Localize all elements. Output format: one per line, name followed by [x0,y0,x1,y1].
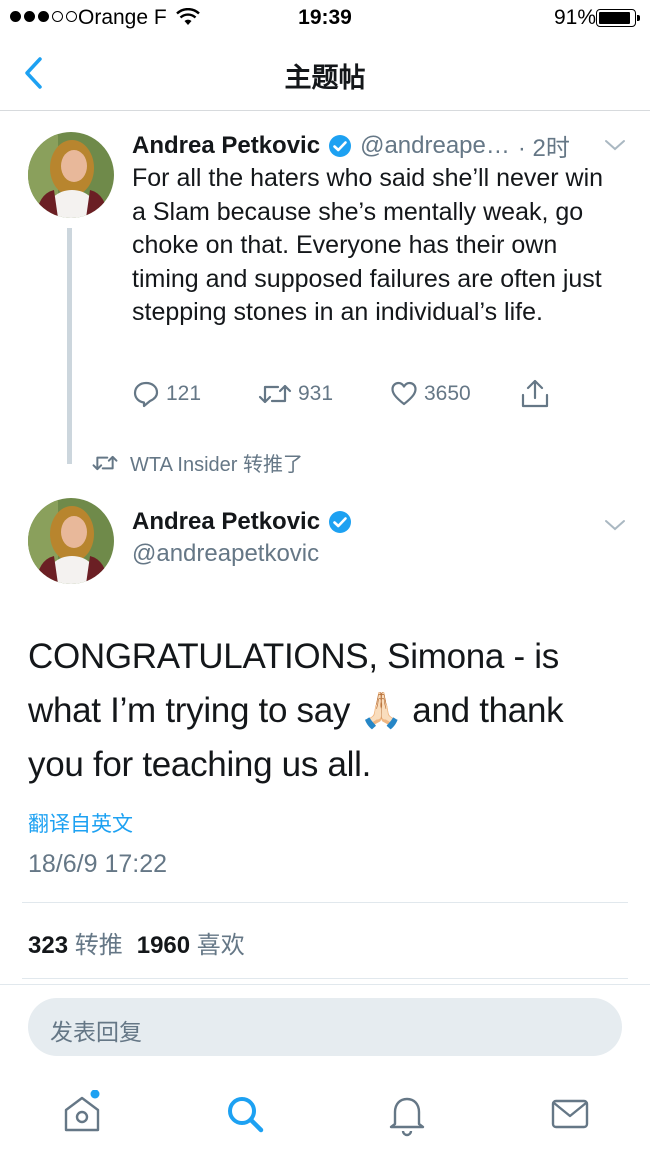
avatar[interactable] [28,498,114,584]
tweet-datetime: 18/6/9 17:22 [28,850,168,878]
author-handle[interactable]: @andreapetkovic [132,540,319,568]
tab-home[interactable] [58,1089,106,1138]
main-tweet-text: CONGRATULATIONS, Simona - is what I’m tr… [28,630,628,792]
search-icon [228,1097,264,1133]
tweet-stats: 323 转推 1960 喜欢 [28,925,245,960]
retweet-icon [92,455,118,470]
retweet-stat[interactable]: 323 转推 [28,925,123,960]
author-handle[interactable]: @andreape… [360,132,510,160]
translate-link[interactable]: 翻译自英文 [28,808,133,838]
heart-icon [391,381,417,406]
main-tweet-author: Andrea Petkovic [132,508,352,536]
retweeted-by[interactable]: WTA Insider 转推了 [92,448,303,477]
divider [22,978,628,979]
navigation-bar: 主题帖 [0,36,650,111]
verified-badge-icon [329,511,352,533]
reply-placeholder: 发表回复 [50,1019,142,1045]
like-stat[interactable]: 1960 喜欢 [137,925,245,960]
verified-badge-icon [329,134,352,157]
avatar[interactable] [28,132,114,218]
battery-percent: 91% [554,6,597,29]
divider [22,902,628,903]
tab-search[interactable] [221,1090,269,1138]
home-icon [64,1089,100,1132]
reply-input[interactable]: 发表回复 [28,998,622,1056]
reply-count: 121 [166,382,202,405]
author-name[interactable]: Andrea Petkovic [132,132,320,160]
retweet-button[interactable]: 931 [258,380,333,408]
retweet-icon [258,384,292,404]
bell-icon [389,1097,425,1137]
page-title: 主题帖 [284,63,366,93]
retweeted-by-label: WTA Insider 转推了 [130,454,303,476]
thread-connector-line [67,228,72,464]
tab-messages[interactable] [546,1090,594,1138]
praying-hands-emoji: 🙏🏻 [359,691,404,731]
share-icon[interactable] [520,378,550,410]
reply-icon [133,381,159,408]
retweet-count: 931 [298,382,334,405]
status-bar: Orange F 19:39 91% [0,0,650,36]
like-button[interactable]: 3650 [390,380,471,408]
envelope-icon [551,1099,589,1129]
chevron-down-icon[interactable] [604,518,626,532]
divider [0,984,650,985]
author-name[interactable]: Andrea Petkovic [132,508,320,536]
tweet-header: Andrea Petkovic @andreape… · 2时 [132,128,602,163]
like-count: 3650 [424,382,471,405]
clock: 19:39 [298,6,352,29]
tab-notifications[interactable] [383,1090,431,1138]
chevron-down-icon[interactable] [604,138,626,152]
reply-button[interactable]: 121 [132,380,201,408]
battery-icon [596,9,640,27]
tweet-text: For all the haters who said she’ll never… [132,164,604,326]
tweet-age: · 2时 [517,135,570,162]
